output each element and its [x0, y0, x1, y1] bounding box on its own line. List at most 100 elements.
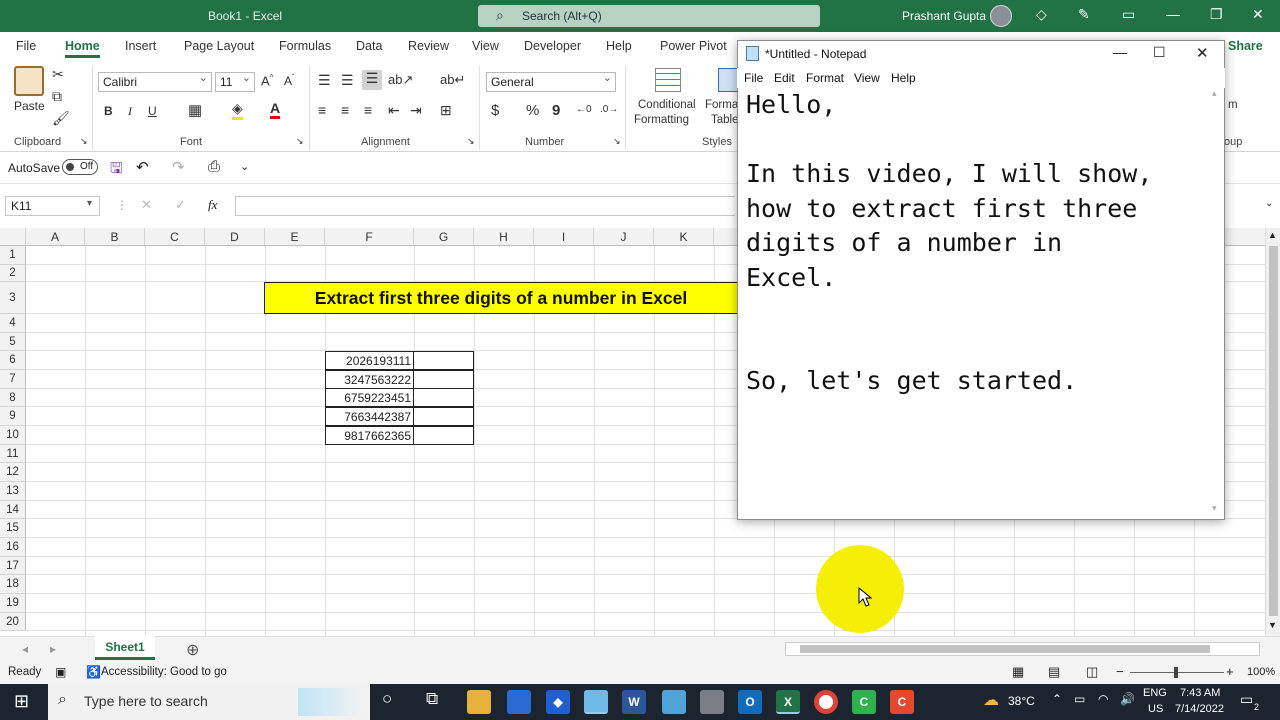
- wrap-text-icon[interactable]: ab↵: [440, 72, 465, 88]
- store-icon[interactable]: [507, 690, 531, 714]
- select-all-corner[interactable]: [0, 228, 26, 246]
- top-align-icon[interactable]: ☰: [318, 72, 331, 89]
- align-center-icon[interactable]: ≡: [341, 102, 349, 118]
- expand-formula-bar-icon[interactable]: ⌄: [1265, 198, 1273, 209]
- scroll-up-icon[interactable]: ▲: [1268, 230, 1277, 240]
- number-cell[interactable]: 7663442387: [325, 407, 414, 426]
- row-header[interactable]: 12: [0, 463, 26, 482]
- paste-label[interactable]: Paste: [14, 99, 45, 113]
- row-header[interactable]: 17: [0, 557, 26, 575]
- align-left-icon[interactable]: ≡: [318, 102, 326, 118]
- result-cell[interactable]: [413, 407, 474, 426]
- increase-decimal-icon[interactable]: ←0: [576, 104, 592, 115]
- font-name-select[interactable]: Calibri: [98, 71, 212, 92]
- h-scroll-thumb[interactable]: [800, 645, 1210, 653]
- merge-center-icon[interactable]: ⊞: [440, 102, 452, 119]
- format-as-label[interactable]: Forma: [705, 99, 738, 111]
- wifi-icon[interactable]: ◠: [1098, 692, 1108, 706]
- increase-indent-icon[interactable]: ⇥: [410, 102, 422, 119]
- row-header[interactable]: 3: [0, 282, 26, 314]
- print-preview-icon[interactable]: ⎙: [208, 158, 220, 175]
- row-header[interactable]: 4: [0, 314, 26, 333]
- outlook-icon[interactable]: O: [738, 690, 762, 714]
- tab-page-layout[interactable]: Page Layout: [184, 39, 254, 53]
- user-name[interactable]: Prashant Gupta: [902, 9, 986, 23]
- column-header[interactable]: G: [414, 228, 474, 246]
- horizontal-scrollbar[interactable]: [785, 642, 1260, 656]
- pen-icon[interactable]: ✎: [1078, 6, 1090, 23]
- task-view-icon[interactable]: ⧉: [426, 689, 438, 709]
- result-cell[interactable]: [413, 426, 474, 445]
- tab-formulas[interactable]: Formulas: [279, 39, 331, 53]
- tab-developer[interactable]: Developer: [524, 39, 581, 53]
- grow-font-icon[interactable]: A^: [261, 73, 273, 88]
- undo-icon[interactable]: ↶: [136, 158, 149, 176]
- row-header[interactable]: 1: [0, 246, 26, 265]
- column-header[interactable]: D: [205, 228, 265, 246]
- dropbox-icon[interactable]: ◆: [546, 690, 570, 714]
- orientation-icon[interactable]: ab↗: [388, 72, 413, 88]
- sheet-tab[interactable]: Sheet1: [95, 636, 155, 660]
- camtasia-icon[interactable]: C: [852, 690, 876, 714]
- row-header[interactable]: 14: [0, 501, 26, 519]
- notification-icon[interactable]: ▭: [1240, 691, 1253, 708]
- insert-function-button[interactable]: fx: [208, 197, 217, 213]
- language-code[interactable]: ENG: [1143, 687, 1167, 699]
- zoom-level[interactable]: 100%: [1247, 666, 1275, 678]
- number-format-select[interactable]: General: [486, 71, 616, 92]
- cortana-icon[interactable]: ○: [382, 689, 392, 709]
- conditional-formatting-icon[interactable]: [655, 68, 681, 92]
- tab-home[interactable]: Home: [65, 39, 100, 53]
- row-header[interactable]: 5: [0, 333, 26, 351]
- column-header[interactable]: I: [534, 228, 594, 246]
- add-sheet-icon[interactable]: ⊕: [186, 640, 199, 660]
- row-header[interactable]: 20: [0, 613, 26, 631]
- number-cell[interactable]: 2026193111: [325, 351, 414, 370]
- recorder-icon[interactable]: C: [890, 690, 914, 714]
- zoom-in-icon[interactable]: +: [1226, 664, 1234, 679]
- launcher-icon[interactable]: ↘: [467, 136, 475, 147]
- redo-icon[interactable]: ↷: [172, 158, 185, 176]
- result-cell[interactable]: [413, 351, 474, 370]
- next-sheet-icon[interactable]: ▸: [50, 642, 56, 656]
- tab-help[interactable]: Help: [606, 39, 632, 53]
- ribbon-display-icon[interactable]: ▭: [1122, 6, 1135, 23]
- page-break-view-icon[interactable]: ◫: [1086, 664, 1098, 680]
- prev-sheet-icon[interactable]: ◂: [22, 642, 28, 656]
- row-header[interactable]: 2: [0, 265, 26, 282]
- percent-button[interactable]: %: [526, 102, 539, 119]
- align-right-icon[interactable]: ≡: [364, 102, 372, 118]
- result-cell[interactable]: [413, 370, 474, 389]
- format-painter-icon[interactable]: 🖌: [52, 110, 70, 127]
- diamond-icon[interactable]: ◇: [1036, 6, 1047, 23]
- autosave-toggle[interactable]: Off: [62, 159, 98, 175]
- launcher-icon[interactable]: ↘: [613, 136, 621, 147]
- row-header[interactable]: 18: [0, 575, 26, 594]
- minimize-icon[interactable]: —: [1166, 6, 1180, 22]
- column-header[interactable]: E: [265, 228, 325, 246]
- tab-data[interactable]: Data: [356, 39, 382, 53]
- network-icon[interactable]: ▭: [1074, 692, 1085, 706]
- avatar[interactable]: [990, 5, 1012, 27]
- menu-format[interactable]: Format: [806, 71, 844, 85]
- tab-insert[interactable]: Insert: [125, 39, 156, 53]
- accessibility-status[interactable]: Accessibility: Good to go: [101, 666, 227, 678]
- decrease-decimal-icon[interactable]: .0→: [600, 104, 618, 115]
- customize-qat-icon[interactable]: ⌄: [240, 160, 249, 173]
- result-cell[interactable]: [413, 388, 474, 407]
- enter-icon[interactable]: ✓: [175, 197, 186, 213]
- menu-view[interactable]: View: [854, 71, 880, 85]
- formula-input[interactable]: [235, 196, 735, 216]
- table-label[interactable]: Table: [711, 114, 739, 126]
- notepad-taskbar-icon[interactable]: [584, 690, 608, 714]
- column-header[interactable]: J: [594, 228, 654, 246]
- title-cell[interactable]: Extract first three digits of a number i…: [264, 282, 738, 314]
- column-header[interactable]: H: [474, 228, 534, 246]
- menu-help[interactable]: Help: [891, 71, 916, 85]
- file-explorer-icon[interactable]: [467, 690, 491, 714]
- app-icon[interactable]: [700, 690, 724, 714]
- windows-start-icon[interactable]: ⊞: [14, 691, 29, 712]
- bottom-align-icon[interactable]: ☰: [362, 70, 382, 90]
- accessibility-icon[interactable]: ♿: [86, 665, 101, 679]
- cut-icon[interactable]: ✂: [52, 66, 64, 83]
